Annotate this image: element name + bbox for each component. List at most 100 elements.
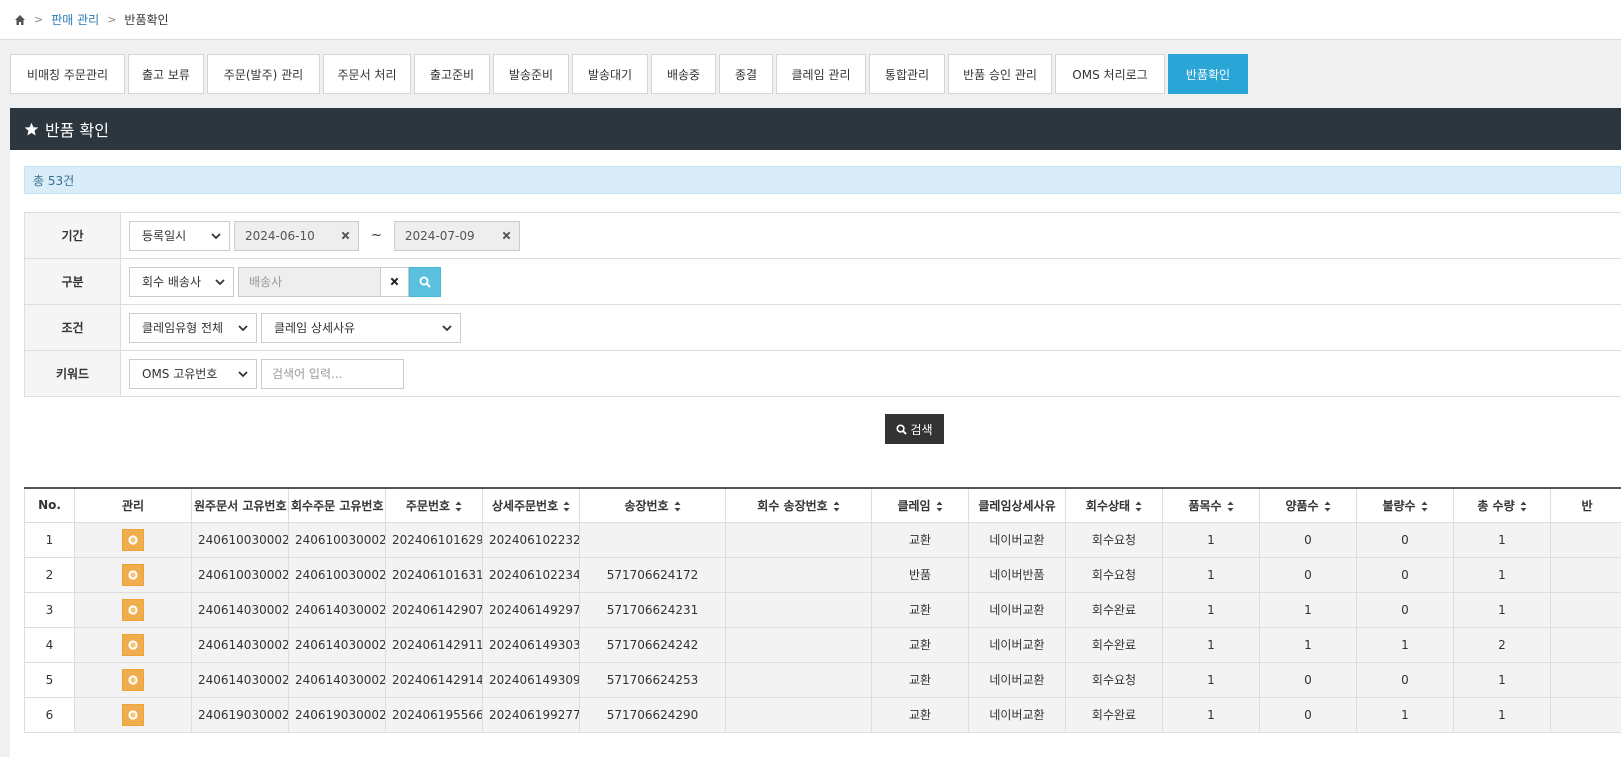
tab-11[interactable]: 반품 승인 관리	[948, 54, 1052, 94]
manage-button[interactable]	[122, 528, 144, 551]
table-cell: 2406100300028	[288, 521, 386, 558]
clear-icon[interactable]	[341, 231, 350, 240]
table-cell	[1550, 521, 1621, 558]
gear-icon	[128, 569, 138, 580]
table-cell: 0	[1259, 696, 1357, 733]
table-cell: 2406100300028	[288, 556, 386, 593]
column-header-label: 총 수량	[1477, 498, 1515, 513]
sort-icon[interactable]	[1135, 501, 1142, 512]
column-header[interactable]: 상세주문번호	[482, 487, 580, 523]
table-cell: 2406140300028	[191, 626, 289, 663]
search-button[interactable]: 검색	[885, 414, 944, 444]
column-header[interactable]: 양품수	[1259, 487, 1357, 523]
carrier-search-button[interactable]	[409, 266, 441, 297]
table-cell: 20240614291475	[385, 661, 483, 698]
table-cell: 1	[1356, 626, 1454, 663]
breadcrumb: > 판매 관리 > 반품확인	[0, 0, 1621, 40]
claim-type-select[interactable]: 클레임유형 전체	[129, 312, 257, 343]
column-header: No.	[24, 487, 75, 523]
manage-button[interactable]	[122, 703, 144, 726]
carrier-input[interactable]: 배송사	[238, 266, 381, 297]
tab-1[interactable]: 출고 보류	[128, 54, 204, 94]
column-header[interactable]: 회수 송장번호	[725, 487, 872, 523]
tab-12[interactable]: OMS 처리로그	[1055, 54, 1165, 94]
column-header-label: No.	[38, 498, 61, 513]
tab-9[interactable]: 클레임 관리	[776, 54, 866, 94]
sort-icon[interactable]	[833, 501, 840, 512]
home-icon[interactable]	[14, 14, 26, 26]
chevron-down-icon	[442, 323, 452, 333]
table-row[interactable]: 5240614030002824061403000282024061429147…	[24, 661, 1621, 698]
sort-icon[interactable]	[1227, 501, 1234, 512]
end-date-input[interactable]: 2024-07-09	[393, 220, 520, 251]
tab-2[interactable]: 주문(발주) 관리	[207, 54, 320, 94]
table-cell: 교환	[871, 591, 969, 628]
table-cell: 1	[1259, 626, 1357, 663]
table-cell: 2406190300028	[191, 696, 289, 733]
column-header-label: 관리	[121, 498, 145, 513]
start-date-input[interactable]: 2024-06-10	[234, 220, 359, 251]
table-cell: 1	[1453, 661, 1551, 698]
table-cell: 교환	[871, 521, 969, 558]
table-cell: 네이버교환	[968, 696, 1066, 733]
column-header[interactable]: 회수상태	[1065, 487, 1163, 523]
division-type-select[interactable]: 회수 배송사	[129, 266, 234, 297]
sort-icon[interactable]	[674, 501, 681, 512]
column-header[interactable]: 주문번호	[385, 487, 483, 523]
tab-7[interactable]: 배송중	[651, 54, 716, 94]
table-cell: 571706624253	[579, 661, 726, 698]
sort-icon[interactable]	[455, 501, 462, 512]
tab-5[interactable]: 발송준비	[493, 54, 569, 94]
filter-row-division: 구분 회수 배송사 배송사	[24, 259, 1621, 305]
tab-13[interactable]: 반품확인	[1168, 54, 1248, 94]
table-cell: 1	[1162, 696, 1260, 733]
chevron-down-icon	[238, 369, 248, 379]
period-type-select[interactable]: 등록일시	[129, 220, 230, 251]
tab-6[interactable]: 발송대기	[572, 54, 648, 94]
table-cell: 1	[1162, 521, 1260, 558]
table-cell: 네이버교환	[968, 626, 1066, 663]
tab-4[interactable]: 출고준비	[414, 54, 490, 94]
column-header[interactable]: 품목수	[1162, 487, 1260, 523]
table-cell: 2406190300028	[288, 696, 386, 733]
sort-icon[interactable]	[1324, 501, 1331, 512]
table-cell: 2406100300028	[191, 556, 289, 593]
manage-button[interactable]	[122, 633, 144, 656]
sort-icon[interactable]	[1421, 501, 1428, 512]
table-cell	[725, 626, 872, 663]
tab-8[interactable]: 종결	[719, 54, 773, 94]
tab-10[interactable]: 통합관리	[869, 54, 945, 94]
column-header[interactable]: 클레임	[871, 487, 969, 523]
manage-button[interactable]	[122, 598, 144, 621]
clear-icon[interactable]	[502, 231, 511, 240]
table-cell: 0	[1356, 556, 1454, 593]
tab-0[interactable]: 비매칭 주문관리	[10, 54, 125, 94]
table-cell: 0	[1356, 521, 1454, 558]
table-row[interactable]: 3240614030002824061403000282024061429076…	[24, 591, 1621, 628]
table-row[interactable]: 6240619030002824061903000282024061955669…	[24, 696, 1621, 733]
table-header-row: No. 관리 원주문서 고유번호 회수주문 고유번호 주문번호 상세주문번호 송장번호 회수 …	[24, 487, 1621, 523]
table-row[interactable]: 4240614030002824061403000282024061429115…	[24, 626, 1621, 663]
table-row[interactable]: 2240610030002824061003000282024061016311…	[24, 556, 1621, 593]
column-header: 클레임상세사유	[968, 487, 1066, 523]
table-cell: 회수요청	[1065, 556, 1163, 593]
sort-icon[interactable]	[1520, 501, 1527, 512]
claim-reason-select[interactable]: 클레임 상세사유	[261, 312, 461, 343]
table-cell	[74, 521, 192, 558]
clear-carrier-button[interactable]	[381, 266, 409, 297]
manage-button[interactable]	[122, 563, 144, 586]
table-row[interactable]: 1240610030002824061003000282024061016298…	[24, 521, 1621, 558]
keyword-input[interactable]: 검색어 입력...	[261, 358, 404, 389]
breadcrumb-sales-management[interactable]: 판매 관리	[51, 11, 99, 28]
keyword-type-select[interactable]: OMS 고유번호	[129, 358, 257, 389]
column-header[interactable]: 총 수량	[1453, 487, 1551, 523]
column-header-label: 품목수	[1188, 498, 1222, 513]
column-header[interactable]: 불량수	[1356, 487, 1454, 523]
sort-icon[interactable]	[936, 501, 943, 512]
manage-button[interactable]	[122, 668, 144, 691]
sort-icon[interactable]	[563, 501, 570, 512]
column-header[interactable]: 송장번호	[579, 487, 726, 523]
tab-3[interactable]: 주문서 처리	[323, 54, 411, 94]
division-type-value: 회수 배송사	[142, 275, 202, 289]
column-header: 원주문서 고유번호	[191, 487, 289, 523]
